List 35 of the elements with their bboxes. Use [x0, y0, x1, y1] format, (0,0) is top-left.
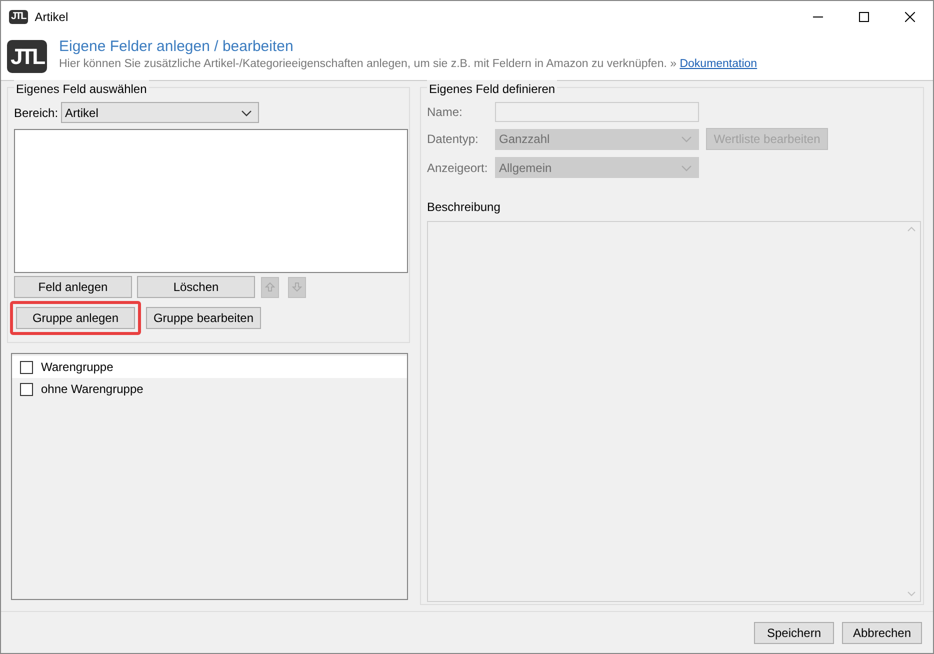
field-label: Datentyp:: [427, 131, 480, 148]
bereich-dropdown[interactable]: Artikel: [61, 102, 260, 123]
group-list[interactable]: Warengruppe ohne Warengruppe: [11, 353, 408, 600]
action-button[interactable]: Löschen: [137, 276, 255, 298]
header-title: Eigene Felder anlegen / bearbeiten: [59, 38, 294, 56]
group-row[interactable]: Warengruppe: [12, 356, 407, 378]
arrow-up-icon: [265, 282, 275, 292]
field-label: Name:: [427, 104, 464, 121]
scroll-down-icon[interactable]: [907, 591, 916, 597]
close-icon[interactable]: [905, 12, 915, 22]
group-row[interactable]: ohne Warengruppe: [12, 378, 407, 400]
footer-button[interactable]: Speichern: [754, 622, 834, 644]
maximize-icon[interactable]: [859, 12, 869, 22]
field-label: Beschreibung: [427, 199, 502, 216]
action-button[interactable]: Feld anlegen: [14, 276, 132, 298]
footer-button[interactable]: Abbrechen: [842, 622, 922, 644]
app-logo: JTL: [7, 40, 47, 72]
header-description: Hier können Sie zusätzliche Artikel-/Kategorieeigenschaften anlegen, um sie z.B. mit Feldern in Amazon zu verknüpfen. »: [59, 58, 677, 70]
action-button[interactable]: Gruppe anlegen: [16, 307, 135, 329]
checkbox[interactable]: [20, 382, 33, 396]
field-label: Bereich:: [14, 104, 58, 122]
scroll-up-icon[interactable]: [907, 226, 916, 232]
window-title: Artikel: [34, 8, 68, 26]
group-legend: Eigenes Feld auswählen: [14, 80, 149, 98]
documentation-link[interactable]: Dokumentation: [680, 58, 758, 70]
field-listbox[interactable]: [14, 129, 408, 273]
caret-icon: [681, 136, 692, 144]
field-label: Anzeigeort:: [427, 160, 489, 176]
app-logo: JTL: [9, 10, 28, 24]
checkbox[interactable]: [20, 360, 33, 374]
group-legend: Eigenes Feld definieren: [427, 80, 558, 98]
caret-icon: [681, 164, 692, 172]
caret-icon: [241, 110, 252, 117]
action-button[interactable]: Gruppe bearbeiten: [146, 307, 261, 329]
arrow-down-icon: [292, 282, 302, 292]
